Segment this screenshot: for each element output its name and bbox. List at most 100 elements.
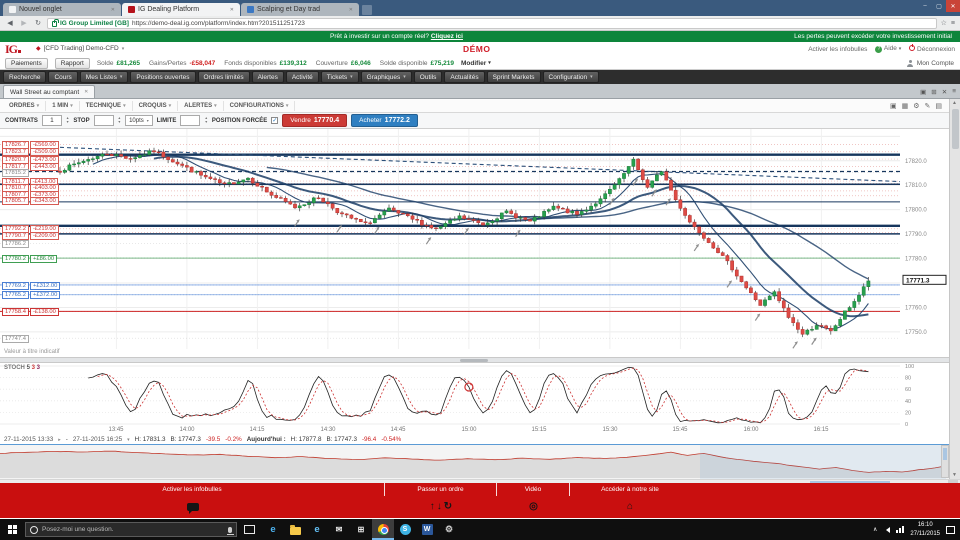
action-target-label[interactable]: Vidéo [497,483,570,496]
stop-input[interactable] [93,115,114,126]
forced-position-checkbox[interactable]: ✓ [271,117,279,124]
navigator-scrollbar[interactable] [941,445,949,478]
action-center-icon[interactable] [946,525,955,534]
refresh-icon[interactable]: ↻ [33,19,43,27]
navigator-scroll-handle[interactable] [943,448,947,460]
order-price-label[interactable]: 17765.2 [2,291,29,300]
menu-item-mes-listes[interactable]: Mes Listes ▾ [79,71,129,83]
menu-item-tickets[interactable]: Tickets ▾ [320,71,359,83]
layout-icon[interactable]: ▦ [902,102,909,110]
action-home-cell[interactable]: ⌂ [570,496,690,518]
chart-toolbar-1-min[interactable]: 1 MIN ▾ [46,100,80,111]
chart-toolbar-croquis[interactable]: CROQUIS ▾ [133,100,179,111]
menu-item-outils[interactable]: Outils [413,71,443,83]
menu-item-recherche[interactable]: Recherche [3,71,47,83]
start-button[interactable] [0,519,24,540]
vertical-scrollbar[interactable]: ▲ ▼ [949,99,960,479]
action-order-arrows-label[interactable]: Passer un ordre [385,483,497,496]
order-level-row[interactable]: 17758.4 -£138.00 [2,307,59,316]
menu-item-actualit-s[interactable]: Actualités [444,71,485,83]
gear-icon[interactable]: ⚙ [913,102,919,110]
taskbar-app-settings[interactable]: ⚙ [438,519,460,540]
order-price-label[interactable]: 17786.2 [2,239,29,248]
chart-navigator[interactable] [0,444,949,479]
browser-tab[interactable]: IG Dealing Platform ✕ [122,3,240,16]
candlestick-chart[interactable]: 17820.0 17810.0 17800.0 17790.0 17780.0 17760… [0,129,949,349]
account-selector[interactable]: ◆ [CFD Trading] Demo-CFD ▾ [36,45,124,52]
action-home-label[interactable]: Accéder à notre site [570,483,690,496]
close-button[interactable]: ✕ [946,0,960,12]
range-start[interactable]: 27-11-2015 13:33 [4,436,53,443]
browser-tab[interactable]: Nouvel onglet ✕ [3,3,121,16]
popout-panel-icon[interactable]: ⊞ [931,88,936,96]
order-level-row[interactable]: 17790.7 -£209.00 [2,231,59,240]
chart-toolbar-alertes[interactable]: ALERTES ▾ [178,100,224,111]
microphone-icon[interactable] [226,526,234,535]
order-price-label[interactable]: 17780.2 [2,254,29,263]
payments-button[interactable]: Paiements [5,57,48,69]
url-omnibox[interactable]: IG Group Limited [GB] https://demo-deal.… [47,17,937,29]
order-level-row[interactable]: 17765.2 +£372.00 [2,291,61,300]
taskbar-app-file-explorer[interactable] [284,519,306,540]
comment-icon[interactable]: ▤ [935,102,942,110]
taskbar-app-word[interactable]: W [416,519,438,540]
action-speech-bubble-label[interactable]: Activer les infobulles [0,483,385,496]
help-link[interactable]: ? Aide ▾ [875,45,901,53]
chart-toolbar-ordres[interactable]: ORDRES ▾ [3,100,47,111]
back-icon[interactable]: ◀ [5,19,15,27]
minimize-button[interactable]: – [918,0,932,12]
order-level-row[interactable]: 17780.2 +£86.00 [2,254,58,263]
buy-button[interactable]: Acheter 17772.2 [351,114,418,127]
taskbar-clock[interactable]: 16:10 27/11/2015 [910,521,940,538]
tab-close-icon[interactable]: ✕ [230,7,234,13]
scroll-down-icon[interactable]: ▼ [952,472,957,478]
browser-menu-icon[interactable]: ≡ [951,20,955,27]
workspace-tab-wall-street[interactable]: Wall Street au comptant ✕ [3,85,96,98]
tab-close-icon[interactable]: ✕ [84,89,88,95]
order-price-label[interactable]: 17747.4 [2,334,29,343]
volume-icon[interactable] [883,526,891,533]
camera-icon[interactable]: ▣ [890,102,897,110]
limit-input[interactable] [180,115,201,126]
order-level-row[interactable]: 17769.2 +£312.00 [2,281,61,290]
action-speech-bubble-cell[interactable] [0,496,385,518]
taskbar-app-mail[interactable]: ✉ [328,519,350,540]
action-order-arrows-cell[interactable]: ↑ ↓ ↻ [385,496,497,518]
limit-stepper[interactable]: ▲ ▼ [204,116,207,124]
bookmark-star-icon[interactable]: ☆ [941,19,947,27]
taskbar-app-edge[interactable]: e [262,519,284,540]
menu-item-graphiques[interactable]: Graphiques ▾ [360,71,412,83]
task-view-icon[interactable] [244,525,255,534]
ig-logo[interactable]: IG [5,42,22,57]
stop-stepper[interactable]: ▲ ▼ [118,116,121,124]
contracts-stepper[interactable]: ▲ ▼ [66,116,69,124]
maximize-button[interactable]: ▢ [932,0,946,12]
order-level-row[interactable]: 17805.7 -£343.00 [2,197,59,206]
taskbar-app-chrome[interactable] [372,519,394,540]
browser-tab[interactable]: Scalping et Day trad ✕ [241,3,359,16]
sell-button[interactable]: Vendre 17770.4 [282,114,348,127]
menu-item-configuration[interactable]: Configuration ▾ [542,71,599,83]
stop-type-select[interactable]: 10pts ▾ [125,115,153,126]
menu-item-positions-ouvertes[interactable]: Positions ouvertes [130,71,196,83]
report-button[interactable]: Rapport [54,57,90,69]
tab-close-icon[interactable]: ✕ [111,7,115,13]
chart-toolbar-configurations[interactable]: CONFIGURATIONS ▾ [224,100,296,111]
navigator-chart[interactable] [0,445,949,479]
order-price-label[interactable]: 17805.7 [2,197,29,206]
action-target-cell[interactable]: ◎ [497,496,570,518]
tray-expand-icon[interactable]: ∧ [873,526,877,533]
order-price-label[interactable]: 17790.7 [2,231,29,240]
my-account-link[interactable]: Mon Compte [907,59,954,67]
range-end[interactable]: 27-11-2015 16:25 [73,436,122,443]
scroll-up-icon[interactable]: ▲ [952,100,957,106]
contracts-input[interactable]: 1 [41,115,62,126]
cortana-search-box[interactable]: Posez-moi une question. [25,522,237,537]
modify-button[interactable]: Modifier ▾ [461,60,491,67]
draw-icon[interactable]: ✎ [925,102,931,110]
vertical-scroll-handle[interactable] [951,109,959,149]
taskbar-app-store[interactable]: ⊞ [350,519,372,540]
order-price-label[interactable]: 17758.4 [2,307,29,316]
tab-close-icon[interactable]: ✕ [349,7,353,13]
price-chart[interactable]: 17820.0 17810.0 17800.0 17790.0 17780.0 17760… [0,129,949,349]
